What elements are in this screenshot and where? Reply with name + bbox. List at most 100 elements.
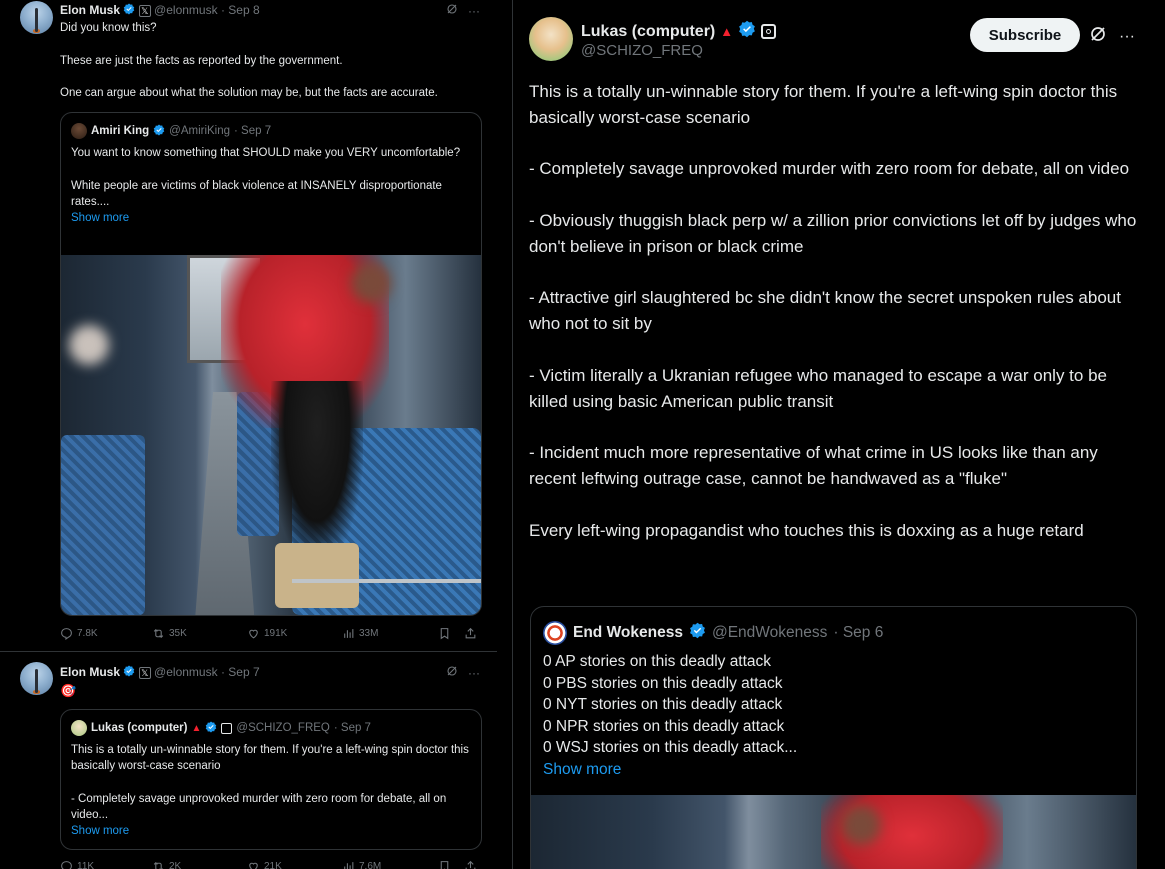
left-pane: Elon Musk 𝕏 @elonmusk · Sep 8 ··· Did yo… xyxy=(0,0,497,869)
show-more-link[interactable]: Show more xyxy=(71,825,129,837)
avatar xyxy=(543,621,567,645)
pane-divider xyxy=(497,0,510,869)
quote-author-handle: @SCHIZO_FREQ xyxy=(236,722,330,734)
avatar[interactable] xyxy=(20,662,53,695)
verified-badge-icon xyxy=(123,665,135,680)
quote-date: · Sep 7 xyxy=(333,722,371,734)
tweet-text: Did you know this? These are just the fa… xyxy=(60,22,438,100)
reply-count: 7.8K xyxy=(77,628,98,639)
avatar xyxy=(71,123,87,139)
reply-count: 11K xyxy=(77,861,95,869)
tweet-elon-1[interactable]: Elon Musk 𝕏 @elonmusk · Sep 8 ··· Did yo… xyxy=(0,0,497,652)
tweet-header-icons: ··· xyxy=(446,665,480,680)
author-handle[interactable]: @SCHIZO_FREQ xyxy=(581,42,703,59)
share-icon[interactable] xyxy=(464,860,477,869)
quote-author-name: Lukas (computer) xyxy=(91,722,188,734)
quoted-tweet[interactable]: Amiri King @AmiriKing · Sep 7 You want t… xyxy=(60,112,482,616)
tweet-text: 🎯 xyxy=(60,683,77,698)
repost-icon xyxy=(153,861,164,869)
grok-icon[interactable] xyxy=(1089,25,1107,48)
tweet-date[interactable]: · Sep 8 xyxy=(221,3,260,17)
avatar[interactable] xyxy=(529,17,573,61)
photo-legs xyxy=(275,543,360,608)
quote-photo[interactable] xyxy=(531,795,1136,869)
tweet-date[interactable]: · Sep 7 xyxy=(221,665,260,679)
repost-button[interactable]: 35K xyxy=(152,627,247,640)
views-button[interactable]: 7.6M xyxy=(342,860,438,869)
tweet-header: Elon Musk 𝕏 @elonmusk · Sep 8 xyxy=(60,3,260,18)
quote-text: 0 AP stories on this deadly attack 0 PBS… xyxy=(543,651,797,780)
verified-badge-icon xyxy=(738,20,756,43)
show-more-link[interactable]: Show more xyxy=(543,761,621,778)
x-affiliate-icon: 𝕏 xyxy=(138,4,151,17)
reply-button[interactable]: 11K xyxy=(60,860,152,869)
post-header-icons: ··· xyxy=(1089,25,1135,48)
quoted-tweet[interactable]: End Wokeness @EndWokeness · Sep 6 0 AP s… xyxy=(530,606,1137,869)
photo-blurred-face xyxy=(69,325,109,365)
quote-header: Lukas (computer) ▲ @SCHIZO_FREQ · Sep 7 xyxy=(71,720,371,736)
verified-badge-icon xyxy=(153,124,165,139)
author-handle[interactable]: @elonmusk xyxy=(154,665,218,679)
views-icon xyxy=(344,629,354,638)
photo-seat-left xyxy=(61,435,145,615)
subscribe-button[interactable]: Subscribe xyxy=(970,18,1080,52)
quote-text: This is a totally un-winnable story for … xyxy=(71,742,471,840)
quote-text-body: You want to know something that SHOULD m… xyxy=(71,147,461,208)
square-badge-icon xyxy=(761,24,777,39)
quote-header: End Wokeness @EndWokeness · Sep 6 xyxy=(543,621,883,645)
quoted-tweet[interactable]: Lukas (computer) ▲ @SCHIZO_FREQ · Sep 7 … xyxy=(60,709,482,850)
repost-icon xyxy=(153,628,164,639)
repost-count: 35K xyxy=(169,628,187,639)
photo-seated-person xyxy=(271,381,364,561)
avatar[interactable] xyxy=(20,1,53,34)
quote-author-handle: @AmiriKing xyxy=(169,125,231,137)
quote-text-body: 0 AP stories on this deadly attack 0 PBS… xyxy=(543,653,798,756)
verified-badge-icon xyxy=(123,3,135,18)
photo-blurred-face xyxy=(351,263,391,303)
post-author: Lukas (computer) ▲ xyxy=(581,20,777,43)
grok-icon[interactable] xyxy=(446,665,458,680)
like-button[interactable]: 21K xyxy=(247,860,342,869)
views-count: 7.6M xyxy=(359,861,382,869)
tweet-elon-2[interactable]: Elon Musk 𝕏 @elonmusk · Sep 7 ··· 🎯 Luka… xyxy=(0,653,497,869)
verified-badge-icon xyxy=(689,622,706,644)
reply-icon xyxy=(61,628,72,640)
more-icon[interactable]: ··· xyxy=(1119,28,1135,46)
share-icon[interactable] xyxy=(464,627,477,640)
show-more-link[interactable]: Show more xyxy=(71,212,129,224)
views-button[interactable]: 33M xyxy=(342,627,438,640)
views-count: 33M xyxy=(359,628,379,639)
quote-date: · Sep 7 xyxy=(234,125,272,137)
bookmark-icon[interactable] xyxy=(438,860,464,869)
x-affiliate-icon: 𝕏 xyxy=(138,666,151,679)
author-name[interactable]: Elon Musk xyxy=(60,665,120,679)
author-name[interactable]: Elon Musk xyxy=(60,3,120,17)
repost-button[interactable]: 2K xyxy=(152,860,247,869)
quote-text: You want to know something that SHOULD m… xyxy=(71,145,471,226)
photo-blurred-face xyxy=(841,805,881,845)
more-icon[interactable]: ··· xyxy=(468,666,480,680)
more-icon[interactable]: ··· xyxy=(468,4,480,18)
author-handle[interactable]: @elonmusk xyxy=(154,3,218,17)
reply-button[interactable]: 7.8K xyxy=(60,627,152,640)
like-icon xyxy=(249,862,258,869)
quote-date: · Sep 6 xyxy=(833,624,884,641)
avatar xyxy=(71,720,87,736)
author-name[interactable]: Lukas (computer) xyxy=(581,23,715,41)
photo-rail xyxy=(292,579,481,583)
grok-icon[interactable] xyxy=(446,3,458,18)
quote-author-name: End Wokeness xyxy=(573,624,683,641)
tweet-header-icons: ··· xyxy=(446,3,480,18)
triangle-badge-icon: ▲ xyxy=(720,24,734,39)
quote-author-name: Amiri King xyxy=(91,125,150,137)
bookmark-icon[interactable] xyxy=(438,627,464,640)
views-icon xyxy=(344,862,354,869)
reply-icon xyxy=(61,861,72,869)
quote-text-body: This is a totally un-winnable story for … xyxy=(71,744,469,822)
triangle-badge-icon: ▲ xyxy=(191,722,202,734)
like-count: 21K xyxy=(264,861,282,869)
like-count: 191K xyxy=(264,628,288,639)
like-button[interactable]: 191K xyxy=(247,627,342,640)
post-body: This is a totally un-winnable story for … xyxy=(529,82,1137,540)
quote-photo[interactable] xyxy=(61,255,481,615)
